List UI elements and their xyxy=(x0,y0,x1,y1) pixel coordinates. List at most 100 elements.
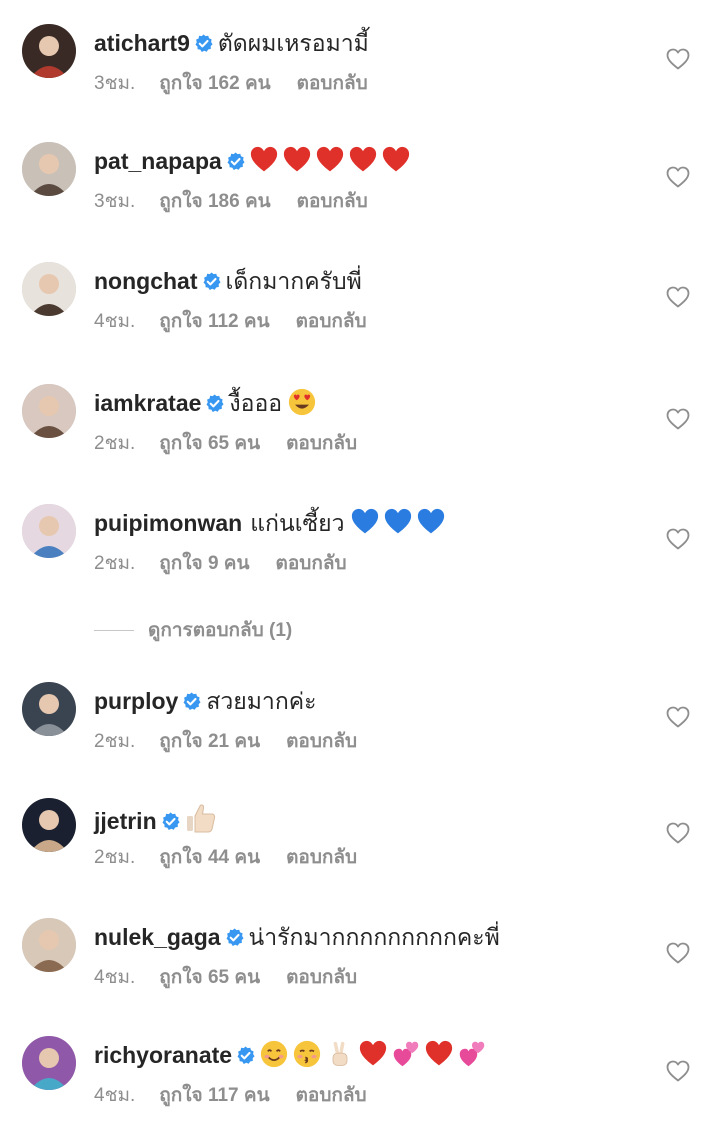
comment-likes[interactable]: ถูกใจ 162 คน xyxy=(159,73,270,94)
verified-badge-icon xyxy=(206,394,224,412)
kiss-emoji xyxy=(293,1040,326,1068)
comment-likes[interactable]: ถูกใจ 117 คน xyxy=(159,1085,269,1106)
verified-badge-icon xyxy=(183,692,201,710)
comment-text: สวยมากค่ะ xyxy=(206,688,317,714)
avatar[interactable] xyxy=(22,1036,76,1090)
reply-button[interactable]: ตอบกลับ xyxy=(296,311,367,332)
comment-likes[interactable]: ถูกใจ 65 คน xyxy=(159,967,260,988)
comment-item: nulek_gaga น่ารักมากกกกกกกกกคะพี่ 4ชม. ถูก… xyxy=(0,918,728,1022)
comment-time: 4ชม. xyxy=(94,967,136,988)
comment-username[interactable]: richyoranate xyxy=(94,1042,232,1068)
like-heart-icon[interactable] xyxy=(666,528,690,550)
comment-body: puipimonwan แก่นเซี้ยว xyxy=(94,508,450,538)
verified-badge-icon xyxy=(195,34,213,52)
comment-item: puipimonwan แก่นเซี้ยว 2ชม. ถูกใจ 9 คน ตอบก… xyxy=(0,504,728,608)
comment-item: iamkratae งื้อออ 2ชม. ถูกใจ 65 คน ตอบกลับ xyxy=(0,384,728,488)
comment-username[interactable]: iamkratae xyxy=(94,390,201,416)
comment-likes[interactable]: ถูกใจ 65 คน xyxy=(159,433,260,454)
divider xyxy=(94,630,134,632)
red-heart-emoji xyxy=(349,146,382,174)
avatar[interactable] xyxy=(22,24,76,78)
comment-body: iamkratae งื้อออ xyxy=(94,388,321,418)
comment-body: purploy สวยมากค่ะ xyxy=(94,686,323,716)
comment-item: purploy สวยมากค่ะ 2ชม. ถูกใจ 21 คน ตอบกลับ xyxy=(0,682,728,786)
reply-button[interactable]: ตอบกลับ xyxy=(276,553,347,574)
comment-time: 3ชม. xyxy=(94,191,136,212)
comment-text: งื้อออ xyxy=(229,390,283,416)
comment-item: atichart9 ตัดผมเหรอมามี้ 3ชม. ถูกใจ 162 คน… xyxy=(0,24,728,128)
comment-body: nongchat เด็กมากครับพี่ xyxy=(94,266,368,296)
avatar[interactable] xyxy=(22,262,76,316)
comment-meta: 4ชม. ถูกใจ 65 คน ตอบกลับ xyxy=(94,966,357,990)
verified-badge-icon xyxy=(226,928,244,946)
reply-button[interactable]: ตอบกลับ xyxy=(286,731,357,752)
avatar[interactable] xyxy=(22,918,76,972)
verified-badge-icon xyxy=(203,272,221,290)
avatar[interactable] xyxy=(22,682,76,736)
comment-body: nulek_gaga น่ารักมากกกกกกกกกคะพี่ xyxy=(94,922,506,952)
view-replies-label: ดูการตอบกลับ (1) xyxy=(148,620,293,641)
two-hearts-emoji xyxy=(458,1041,491,1068)
comment-username[interactable]: pat_napapa xyxy=(94,148,222,174)
comment-likes[interactable]: ถูกใจ 9 คน xyxy=(159,553,249,574)
verified-badge-icon xyxy=(162,812,180,830)
avatar[interactable] xyxy=(22,504,76,558)
comment-item: richyoranate 4ชม. ถูกใจ 117 คน ตอบกลับ xyxy=(0,1036,728,1140)
reply-button[interactable]: ตอบกลับ xyxy=(286,847,357,868)
comment-likes[interactable]: ถูกใจ 44 คน xyxy=(159,847,260,868)
reply-button[interactable]: ตอบกลับ xyxy=(296,1085,367,1106)
comment-meta: 2ชม. ถูกใจ 44 คน ตอบกลับ xyxy=(94,846,357,870)
like-heart-icon[interactable] xyxy=(666,286,690,308)
victory-hand-emoji xyxy=(326,1041,359,1068)
like-heart-icon[interactable] xyxy=(666,822,690,844)
reply-button[interactable]: ตอบกลับ xyxy=(297,73,368,94)
view-replies-link[interactable]: ดูการตอบกลับ (1) xyxy=(94,619,292,643)
comment-time: 2ชม. xyxy=(94,553,136,574)
comment-username[interactable]: atichart9 xyxy=(94,30,190,56)
comment-meta: 2ชม. ถูกใจ 65 คน ตอบกลับ xyxy=(94,432,357,456)
red-heart-emoji xyxy=(425,1040,458,1068)
comment-meta: 2ชม. ถูกใจ 9 คน ตอบกลับ xyxy=(94,552,347,576)
comment-username[interactable]: purploy xyxy=(94,688,178,714)
thumbs-up-emoji xyxy=(185,804,222,834)
comment-text: แก่นเซี้ยว xyxy=(250,510,345,536)
comment-item: jjetrin 2ชม. ถูกใจ 44 คน ตอบกลับ xyxy=(0,798,728,902)
like-heart-icon[interactable] xyxy=(666,48,690,70)
comment-text: ตัดผมเหรอมามี้ xyxy=(217,30,369,56)
red-heart-emoji xyxy=(382,146,415,174)
like-heart-icon[interactable] xyxy=(666,942,690,964)
blue-heart-emoji xyxy=(417,508,450,536)
avatar[interactable] xyxy=(22,798,76,852)
reply-button[interactable]: ตอบกลับ xyxy=(297,191,368,212)
comment-likes[interactable]: ถูกใจ 21 คน xyxy=(159,731,260,752)
comment-body: pat_napapa xyxy=(94,146,415,176)
like-heart-icon[interactable] xyxy=(666,166,690,188)
comment-body: atichart9 ตัดผมเหรอมามี้ xyxy=(94,28,375,58)
red-heart-emoji xyxy=(250,146,283,174)
comment-username[interactable]: jjetrin xyxy=(94,808,157,834)
blue-heart-emoji xyxy=(351,508,384,536)
like-heart-icon[interactable] xyxy=(666,706,690,728)
like-heart-icon[interactable] xyxy=(666,408,690,430)
comment-meta: 4ชม. ถูกใจ 112 คน ตอบกลับ xyxy=(94,310,367,334)
like-heart-icon[interactable] xyxy=(666,1060,690,1082)
comment-body: jjetrin xyxy=(94,802,222,836)
comment-meta: 3ชม. ถูกใจ 186 คน ตอบกลับ xyxy=(94,190,368,214)
comment-time: 2ชม. xyxy=(94,433,136,454)
avatar[interactable] xyxy=(22,384,76,438)
red-heart-emoji xyxy=(359,1040,392,1068)
comment-text: น่ารักมากกกกกกกกกคะพี่ xyxy=(248,924,500,950)
reply-button[interactable]: ตอบกลับ xyxy=(286,967,357,988)
heart-eyes-emoji xyxy=(288,388,321,416)
reply-button[interactable]: ตอบกลับ xyxy=(286,433,357,454)
comment-meta: 3ชม. ถูกใจ 162 คน ตอบกลับ xyxy=(94,72,368,96)
comment-username[interactable]: nongchat xyxy=(94,268,198,294)
comment-username[interactable]: puipimonwan xyxy=(94,510,242,536)
blue-heart-emoji xyxy=(384,508,417,536)
avatar[interactable] xyxy=(22,142,76,196)
comment-username[interactable]: nulek_gaga xyxy=(94,924,221,950)
comment-item: nongchat เด็กมากครับพี่ 4ชม. ถูกใจ 112 คน ต… xyxy=(0,262,728,366)
comment-time: 3ชม. xyxy=(94,73,136,94)
comment-likes[interactable]: ถูกใจ 112 คน xyxy=(159,311,269,332)
comment-likes[interactable]: ถูกใจ 186 คน xyxy=(159,191,270,212)
